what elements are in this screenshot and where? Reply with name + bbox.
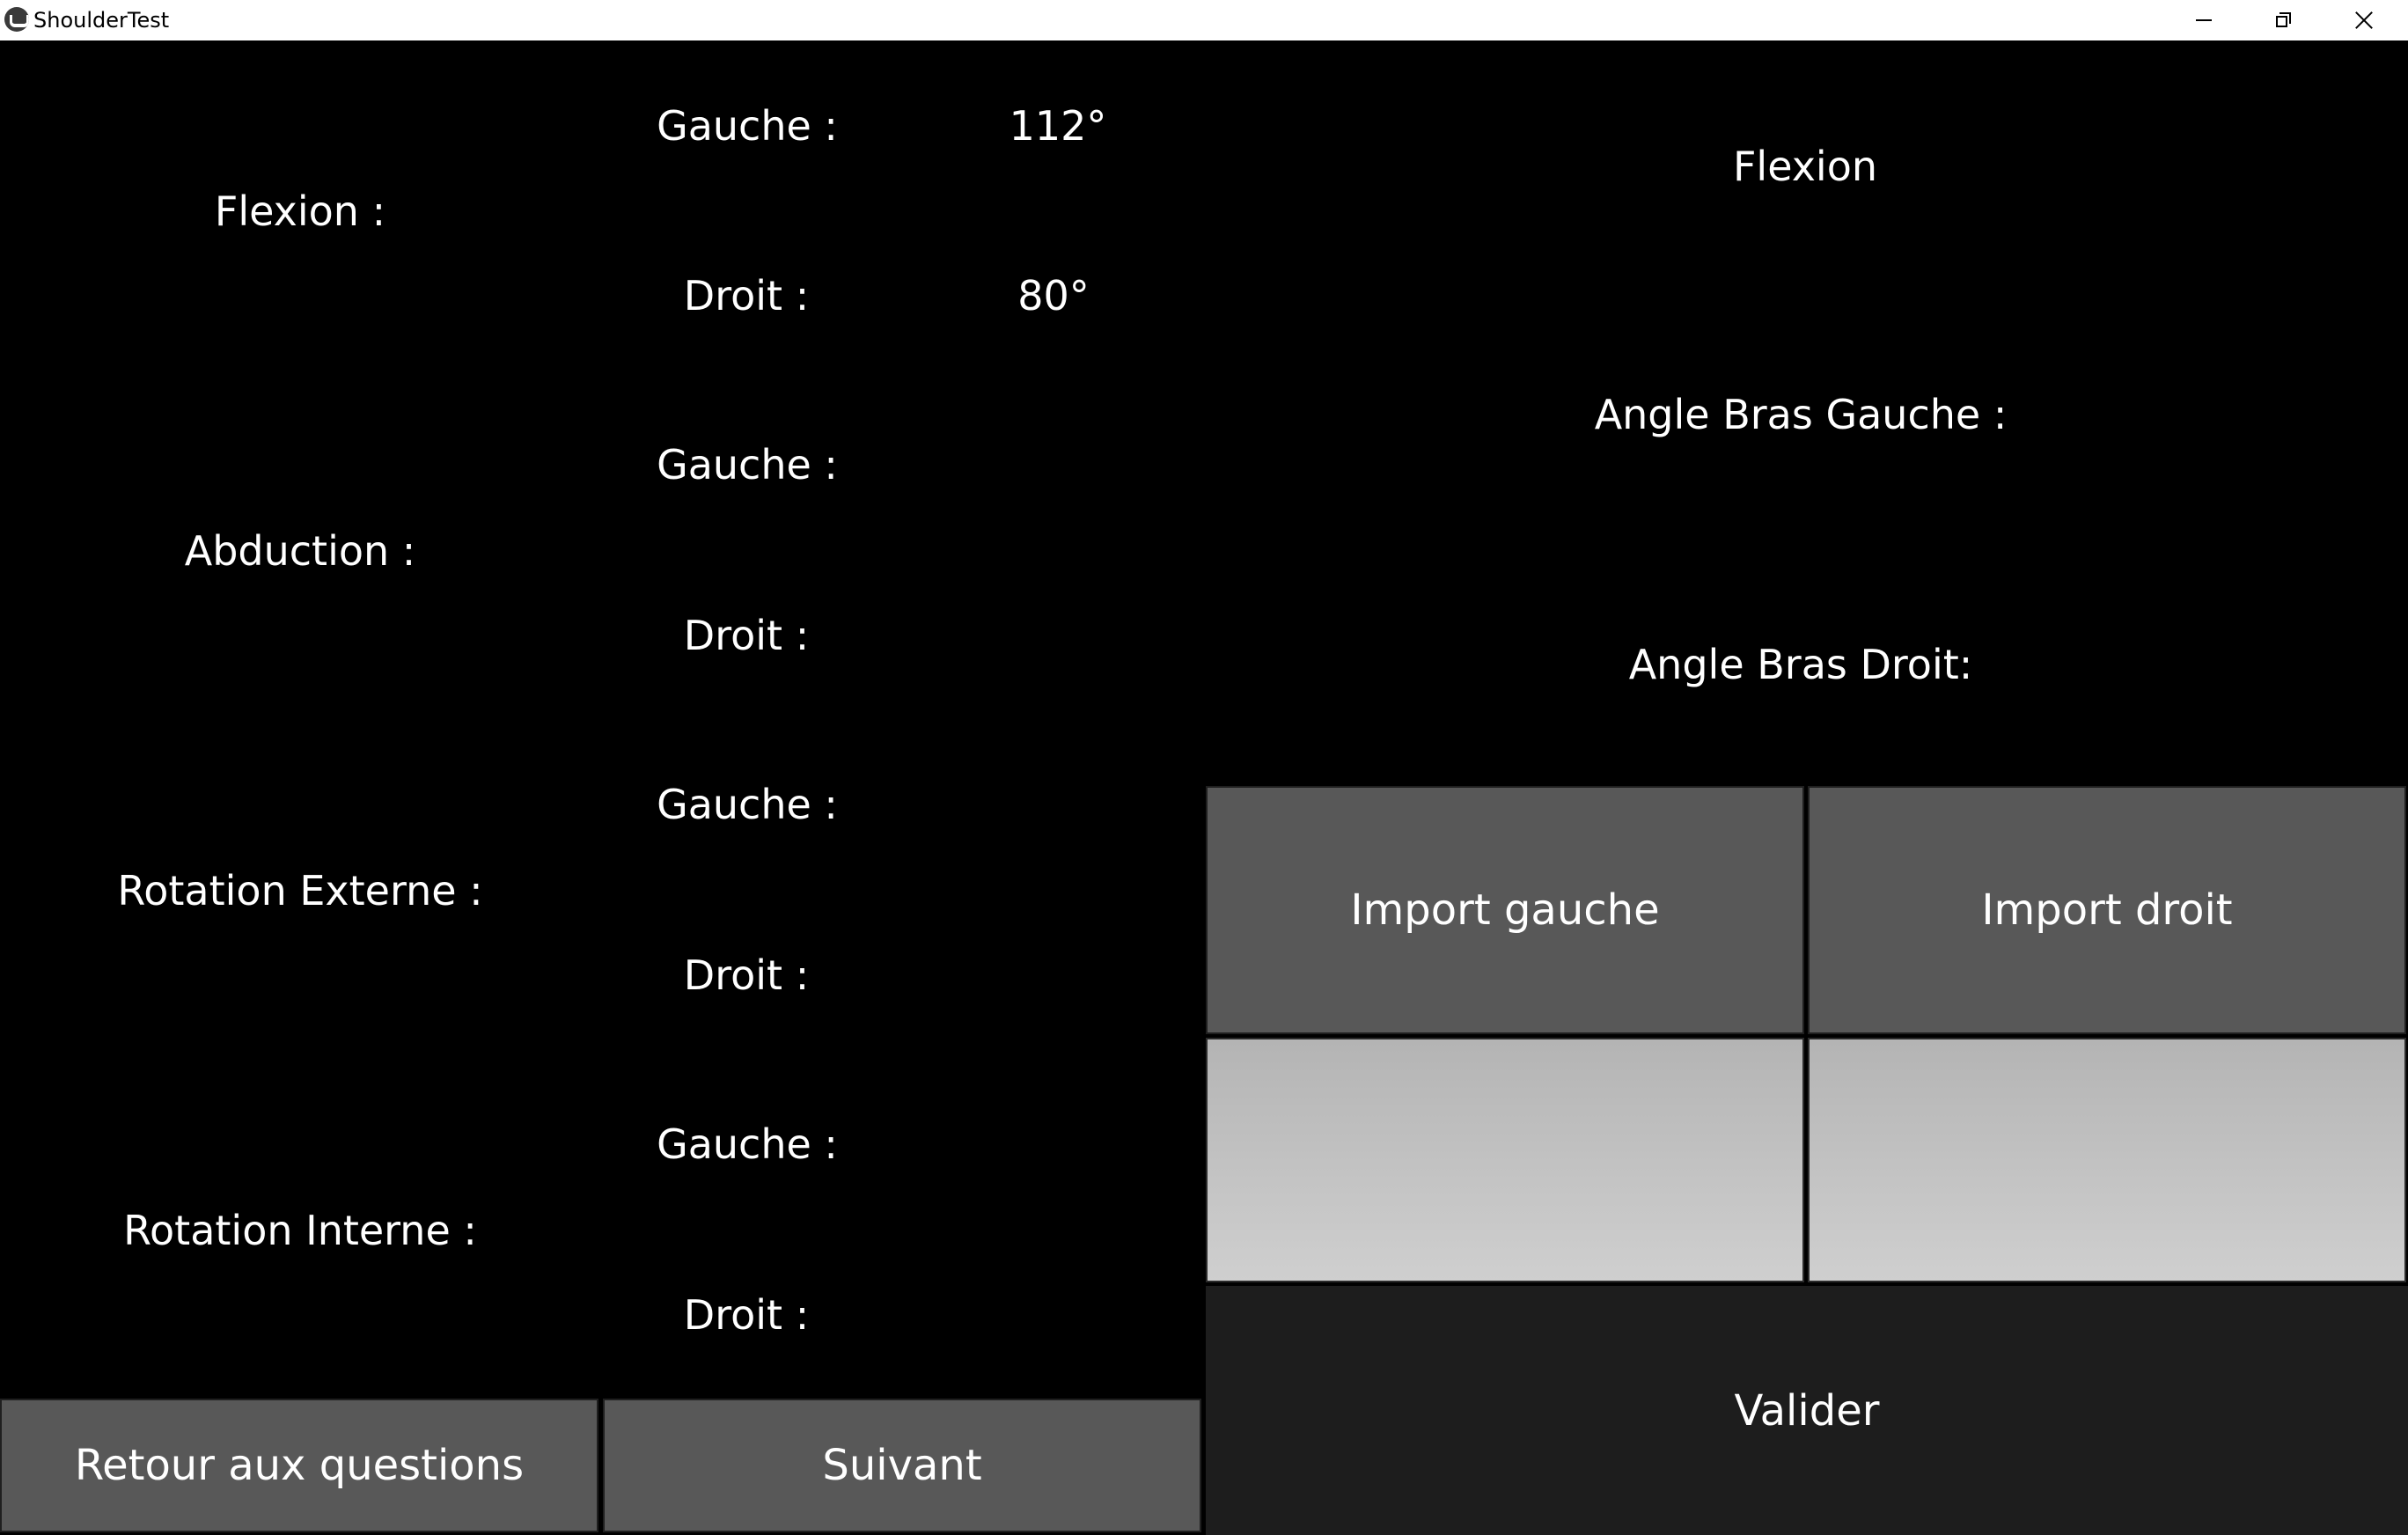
flexion-right-value: 80° [1017,272,1090,319]
validate-button[interactable]: Valider [1206,1286,2408,1535]
flexion-right-label: Droit : [683,272,810,319]
angle-right-arm-label: Angle Bras Droit: [1628,641,1973,688]
minimize-button[interactable] [2163,0,2244,40]
next-button[interactable]: Suivant [603,1399,1201,1532]
restore-button[interactable] [2243,0,2324,40]
current-movement-title: Flexion [1732,143,1878,190]
internal-rotation-right-label: Droit : [683,1291,810,1339]
title-bar: ShoulderTest [0,0,2408,40]
restore-icon [2276,12,2292,28]
abduction-left-label: Gauche : [657,441,838,488]
flexion-left-value: 112° [1009,102,1107,150]
close-icon [2354,11,2374,30]
angle-left-arm-label: Angle Bras Gauche : [1594,391,2008,438]
flexion-label: Flexion : [214,187,386,235]
minimize-icon [2196,19,2212,21]
app-logo-icon [4,7,29,32]
app-window: ShoulderTest Flexion : Gauche : 112° Dro… [0,0,2408,1535]
window-title: ShoulderTest [33,8,170,33]
external-rotation-left-label: Gauche : [657,781,838,828]
import-left-button[interactable]: Import gauche [1206,786,1804,1034]
back-to-questions-button[interactable]: Retour aux questions [0,1399,598,1532]
right-arm-image-panel[interactable] [1808,1038,2406,1282]
external-rotation-label: Rotation Externe : [117,867,483,914]
external-rotation-right-label: Droit : [683,951,810,999]
internal-rotation-left-label: Gauche : [657,1120,838,1168]
abduction-label: Abduction : [184,527,416,575]
flexion-left-label: Gauche : [657,102,838,150]
left-arm-image-panel[interactable] [1206,1038,1804,1282]
internal-rotation-label: Rotation Interne : [123,1207,477,1254]
import-right-button[interactable]: Import droit [1808,786,2406,1034]
close-button[interactable] [2324,0,2404,40]
abduction-right-label: Droit : [683,612,810,659]
